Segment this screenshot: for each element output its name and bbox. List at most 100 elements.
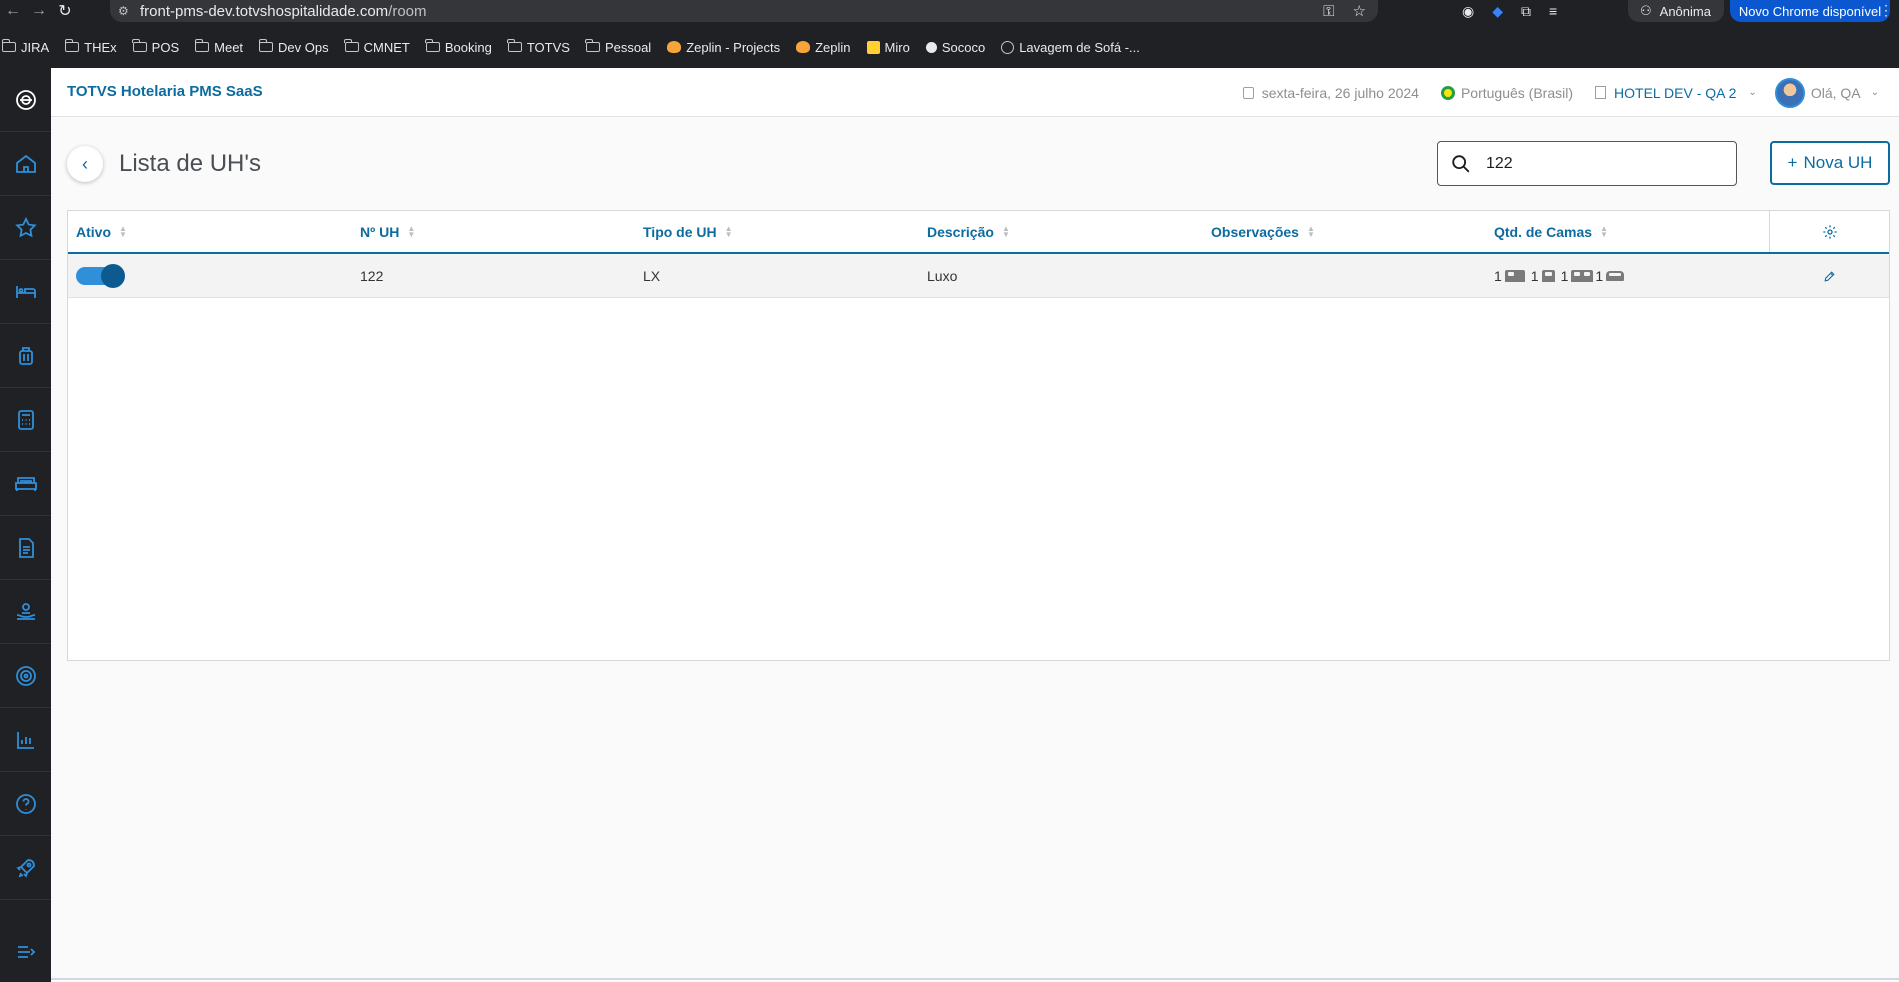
bed-count-sofa: 1 <box>1595 268 1625 284</box>
bookmark-item[interactable]: Lavagem de Sofá -... <box>1001 40 1140 55</box>
sococo-icon <box>925 41 937 53</box>
sidebar-housekeeping[interactable] <box>0 644 51 708</box>
bookmark-item[interactable]: Zeplin - Projects <box>667 40 780 55</box>
bookmark-item[interactable]: Dev Ops <box>258 39 329 55</box>
chrome-menu-icon[interactable]: ⋮ <box>1879 2 1893 19</box>
page-title: Lista de UH's <box>119 150 261 177</box>
document-icon <box>18 537 34 558</box>
chrome-update-button[interactable]: Novo Chrome disponível <box>1730 0 1890 22</box>
incognito-badge[interactable]: ⚇ Anônima <box>1628 0 1724 22</box>
chevron-down-icon: ⌄ <box>1748 87 1757 98</box>
edit-button[interactable] <box>1769 254 1889 298</box>
sort-icon: ▲ ▼ <box>724 223 733 239</box>
extension-shield-icon[interactable]: ◆ <box>1492 3 1503 20</box>
forward-arrow-icon[interactable]: → <box>26 2 52 20</box>
single-bed-icon <box>1541 270 1555 282</box>
sort-icon: ▲ ▼ <box>119 223 127 239</box>
hotel-selector[interactable]: HOTEL DEV - QA 2 ⌄ <box>1595 85 1757 101</box>
sidebar-rooms[interactable] <box>0 452 51 516</box>
rooms-table: Ativo ▲ ▼ Nº UH ▲ ▼ Tipo de UH ▲ ▼ Descrição ▲ ▼… <box>67 210 1890 661</box>
column-header-type[interactable]: Tipo de UH ▲ ▼ <box>643 211 733 252</box>
incognito-icon: ⚇ <box>1640 3 1652 18</box>
folder-icon <box>64 39 80 52</box>
bookmark-star-icon[interactable]: ☆ <box>1353 2 1366 20</box>
folder-icon <box>132 39 147 52</box>
back-arrow-icon[interactable]: ← <box>0 2 26 20</box>
key-icon[interactable]: ⚿ <box>1323 3 1334 20</box>
sidebar-reports[interactable] <box>0 708 51 772</box>
bookmark-item[interactable]: Booking <box>425 39 492 55</box>
column-header-observations[interactable]: Observações ▲ ▼ <box>1211 211 1315 252</box>
sidebar-financial[interactable] <box>0 388 51 452</box>
sidebar-services[interactable] <box>0 580 51 644</box>
sidebar-checkin[interactable] <box>0 324 51 388</box>
sort-icon: ▲ ▼ <box>1600 223 1608 239</box>
sidebar-favorites[interactable] <box>0 196 51 260</box>
bookmark-item[interactable]: Miro <box>866 40 910 55</box>
bookmark-item[interactable]: Zeplin <box>796 40 851 55</box>
bookmark-item[interactable]: Pessoal <box>585 39 651 55</box>
folder-icon <box>258 39 274 52</box>
bookmark-item[interactable]: CMNET <box>344 39 410 55</box>
bookmark-item[interactable]: Sococo <box>925 40 985 55</box>
sidebar-collapse[interactable] <box>0 920 51 982</box>
bookmark-item[interactable]: THEx <box>64 39 117 55</box>
double-bed-icon <box>1504 270 1525 282</box>
browser-chrome: ← → ↻ ⚙ front-pms-dev.totvshospitalidade… <box>0 0 1899 68</box>
chevron-left-icon: ‹ <box>82 153 88 174</box>
new-room-button[interactable]: + Nova UH <box>1770 141 1890 185</box>
zeplin-icon <box>796 41 811 53</box>
folder-icon <box>425 39 440 52</box>
description-cell: Luxo <box>927 268 958 284</box>
column-header-number[interactable]: Nº UH ▲ ▼ <box>360 211 415 252</box>
bed-count-single: 1 <box>1531 268 1555 284</box>
sort-icon: ▲ ▼ <box>407 223 416 239</box>
column-header-active[interactable]: Ativo ▲ ▼ <box>76 211 127 252</box>
language-selector[interactable]: Português (Brasil) <box>1440 85 1573 101</box>
reading-list-icon[interactable]: ≡ <box>1549 3 1557 19</box>
building-icon <box>1595 86 1607 99</box>
table-row[interactable]: 122 LX Luxo 1 1 1 1 <box>68 254 1889 298</box>
double-bed-icon <box>14 476 37 491</box>
site-settings-icon[interactable]: ⚙ <box>118 4 140 18</box>
user-menu[interactable]: Olá, QA ⌄ <box>1774 77 1879 108</box>
folder-icon <box>507 39 522 52</box>
brazil-flag-icon <box>1440 85 1455 100</box>
table-settings-button[interactable] <box>1769 211 1889 252</box>
bed-count-double: 1 <box>1494 268 1525 284</box>
column-header-description[interactable]: Descrição ▲ ▼ <box>927 211 1010 252</box>
folder-icon <box>194 39 210 52</box>
search-input[interactable] <box>1486 154 1726 173</box>
sofa-bed-icon <box>1606 271 1625 281</box>
table-header: Ativo ▲ ▼ Nº UH ▲ ▼ Tipo de UH ▲ ▼ Descrição ▲ ▼… <box>68 211 1889 254</box>
column-header-beds[interactable]: Qtd. de Camas ▲ ▼ <box>1494 211 1608 252</box>
folder-icon <box>1 39 16 52</box>
collapse-menu-icon <box>17 946 35 958</box>
sidebar-help[interactable] <box>0 772 51 836</box>
sort-icon: ▲ ▼ <box>1001 223 1010 239</box>
search-icon <box>1452 154 1470 172</box>
beds-cell: 1 1 1 1 <box>1494 254 1625 298</box>
bookmark-item[interactable]: Meet <box>194 39 243 55</box>
chart-icon <box>16 731 34 749</box>
back-button[interactable]: ‹ <box>67 146 103 182</box>
camera-icon[interactable]: ◉ <box>1462 3 1474 20</box>
search-field[interactable] <box>1437 141 1737 186</box>
extensions-puzzle-icon[interactable]: ⧉ <box>1521 3 1531 20</box>
pencil-icon <box>1823 270 1835 282</box>
gear-icon <box>1822 224 1837 239</box>
url-text: front-pms-dev.totvshospitalidade.com/roo… <box>140 2 427 20</box>
reload-icon[interactable]: ↻ <box>52 1 78 21</box>
address-bar[interactable]: ⚙ front-pms-dev.totvshospitalidade.com/r… <box>110 0 1378 22</box>
toggle-knob <box>101 264 125 288</box>
globe-icon <box>1001 40 1015 54</box>
sidebar-documents[interactable] <box>0 516 51 580</box>
bookmark-item[interactable]: JIRA <box>1 39 49 55</box>
active-toggle[interactable] <box>76 264 125 288</box>
sidebar-home[interactable] <box>0 132 51 196</box>
bookmark-item[interactable]: TOTVS <box>507 39 570 55</box>
totvs-logo-icon[interactable] <box>0 68 51 132</box>
sidebar-reservations[interactable] <box>0 260 51 324</box>
bookmark-item[interactable]: POS <box>132 39 179 55</box>
sidebar-launch[interactable] <box>0 836 51 900</box>
